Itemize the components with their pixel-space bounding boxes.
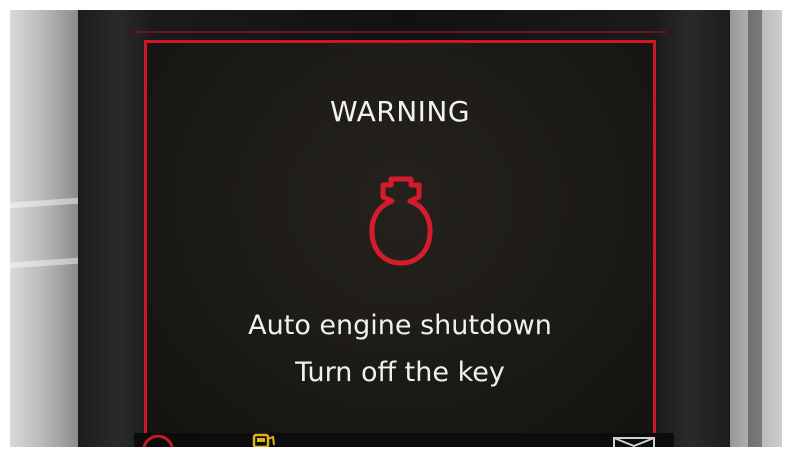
background-streak bbox=[10, 257, 81, 269]
indicator-strip bbox=[134, 433, 674, 447]
warning-message-line-2: Turn off the key bbox=[295, 357, 505, 388]
message-envelope-icon bbox=[613, 437, 655, 447]
background-streak bbox=[10, 197, 81, 209]
dashboard-photo: WARNING Auto engine shutdown Turn off th… bbox=[10, 10, 782, 447]
engine-oil-pressure-warning-icon bbox=[369, 176, 433, 266]
screen-top-edge bbox=[134, 31, 666, 33]
background-stripe bbox=[748, 10, 762, 447]
fuel-icon bbox=[252, 433, 275, 447]
tpms-icon bbox=[142, 435, 174, 447]
warning-title: WARNING bbox=[329, 95, 471, 128]
warning-message-line-1: Auto engine shutdown bbox=[248, 310, 552, 341]
warning-display: WARNING Auto engine shutdown Turn off th… bbox=[144, 40, 656, 440]
